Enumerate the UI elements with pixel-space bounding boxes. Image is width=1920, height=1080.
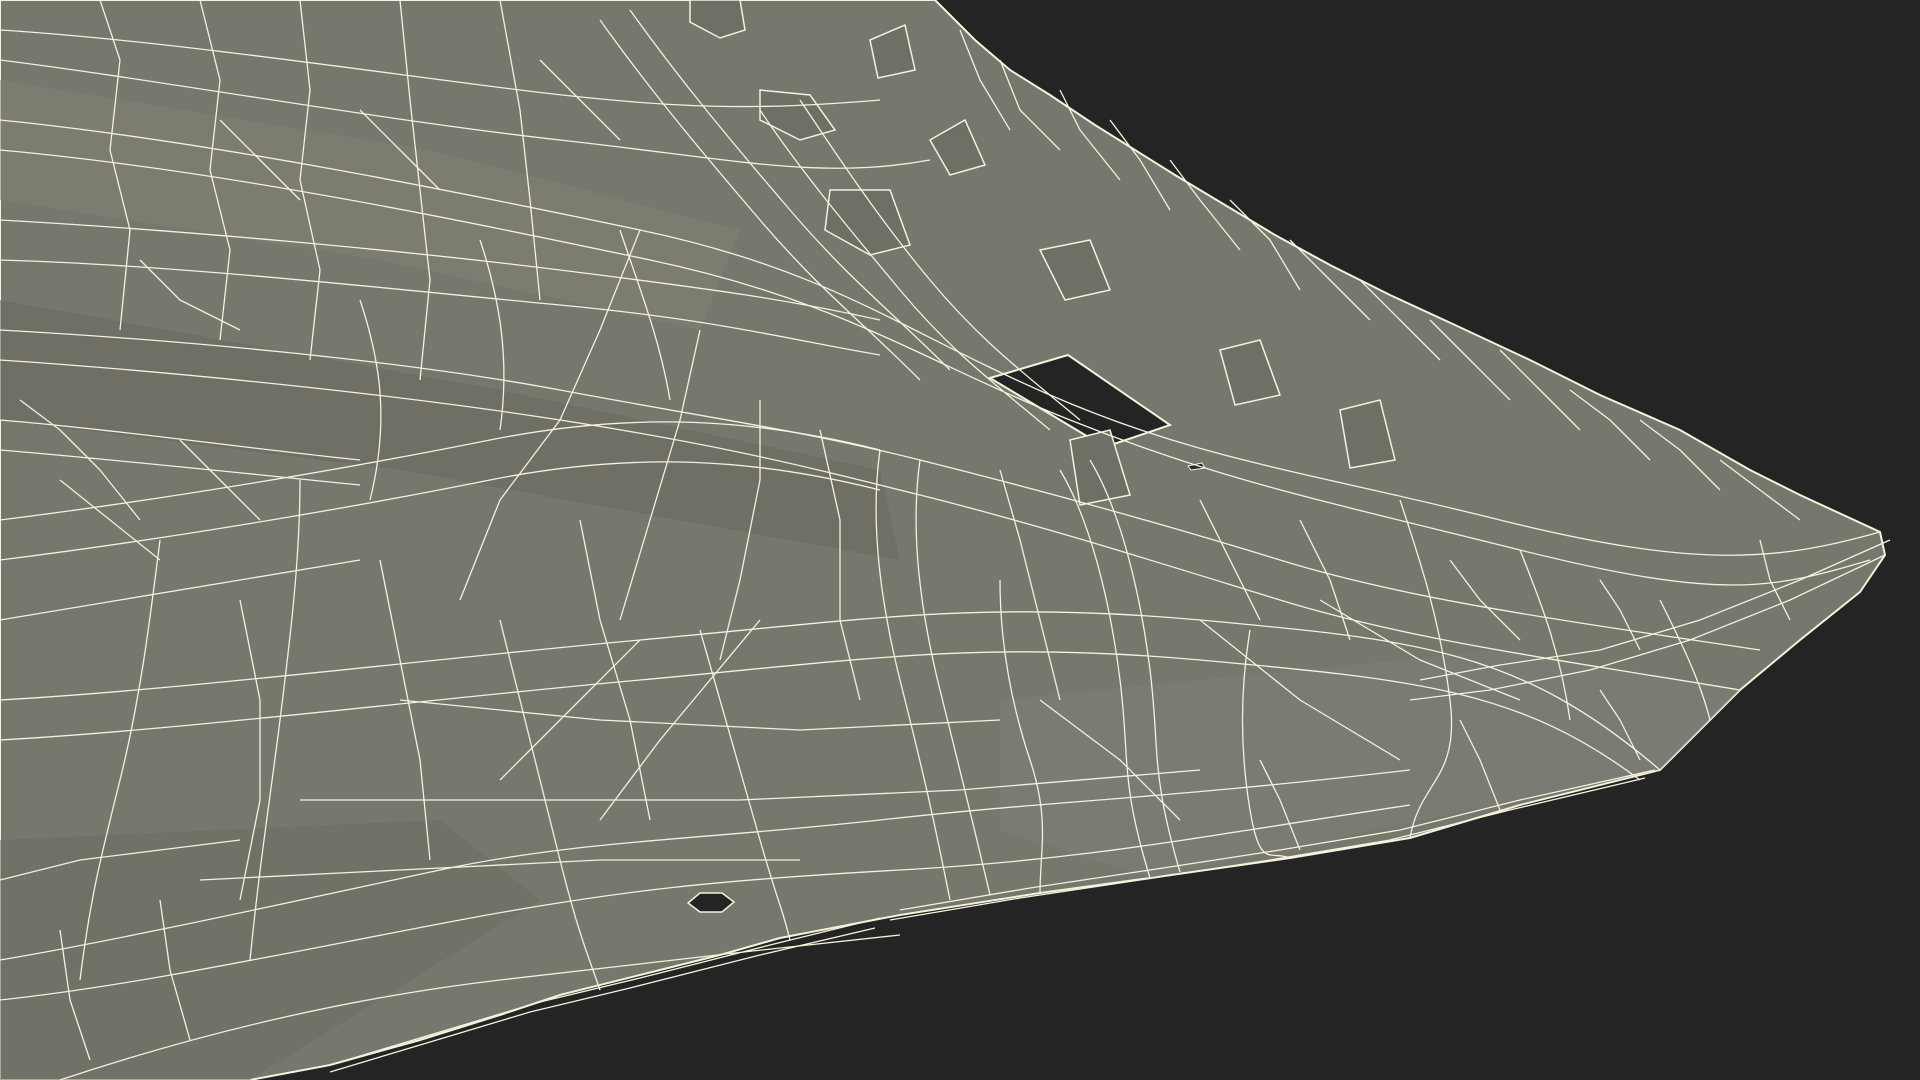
wireframe-scene bbox=[0, 0, 1920, 1080]
3d-viewport[interactable] bbox=[0, 0, 1920, 1080]
